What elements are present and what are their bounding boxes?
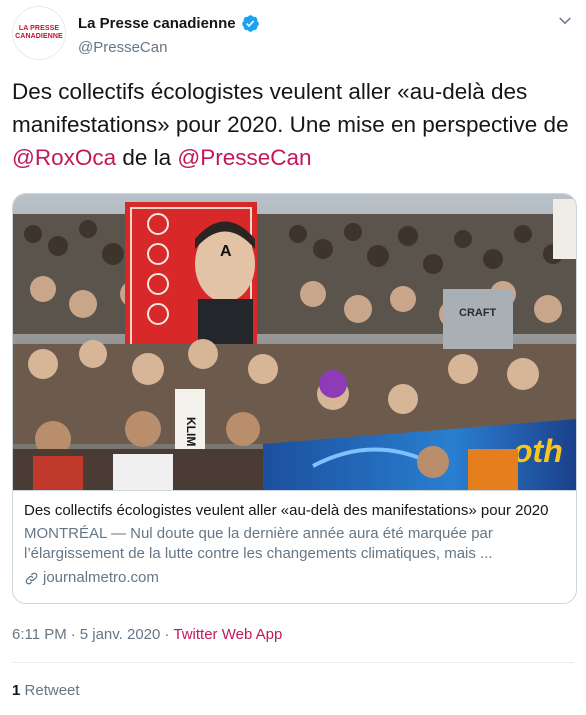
retweet-label: Retweet xyxy=(24,682,80,699)
link-card[interactable]: A KLIM CRAFT oth Des collectifs écologis… xyxy=(12,193,577,604)
mention-pressecan[interactable]: @PresseCan xyxy=(177,145,311,170)
chevron-down-icon[interactable] xyxy=(556,12,574,30)
avatar-text-line2: CANADIENNE xyxy=(15,33,63,40)
verified-badge-icon xyxy=(241,15,259,32)
retweet-count: 1 xyxy=(12,682,21,699)
retweet-stats[interactable]: 1 Retweet xyxy=(12,682,80,699)
tweet-meta: 6:11 PM · 5 janv. 2020 · Twitter Web App xyxy=(12,626,282,643)
card-domain-text: journalmetro.com xyxy=(43,569,159,586)
tweet-text-part1: Des collectifs écologistes veulent aller… xyxy=(12,79,569,137)
tweet-header: LA PRESSE CANADIENNE La Presse canadienn… xyxy=(12,6,574,64)
svg-text:CRAFT: CRAFT xyxy=(459,307,497,319)
card-title[interactable]: Des collectifs écologistes veulent aller… xyxy=(24,501,569,521)
mention-roxoca[interactable]: @RoxOca xyxy=(12,145,116,170)
tweet-source[interactable]: Twitter Web App xyxy=(173,626,282,643)
meta-separator-2: · xyxy=(164,626,170,643)
card-description: MONTRÉAL — Nul doute que la dernière ann… xyxy=(24,525,493,562)
avatar-text-line1: LA PRESSE xyxy=(18,25,60,32)
author-display-name[interactable]: La Presse canadienne xyxy=(78,15,236,32)
tweet-text-part2: de la xyxy=(116,145,178,170)
tweet-text: Des collectifs écologistes veulent aller… xyxy=(12,75,578,174)
svg-text:oth: oth xyxy=(513,433,563,469)
card-domain[interactable]: journalmetro.com xyxy=(24,568,159,588)
svg-text:KLIM: KLIM xyxy=(184,417,198,446)
card-meta[interactable]: Des collectifs écologistes veulent aller… xyxy=(13,490,576,603)
name-row: La Presse canadienne xyxy=(78,14,260,33)
tweet-date[interactable]: 5 janv. 2020 xyxy=(80,626,161,643)
card-image[interactable]: A KLIM CRAFT oth xyxy=(13,194,577,490)
link-icon xyxy=(25,572,38,584)
svg-text:A: A xyxy=(220,243,232,260)
author-names: La Presse canadienne @PresseCan xyxy=(78,14,260,56)
avatar[interactable]: LA PRESSE CANADIENNE xyxy=(12,6,66,60)
tweet: LA PRESSE CANADIENNE La Presse canadienn… xyxy=(0,0,586,715)
tweet-time[interactable]: 6:11 PM xyxy=(12,626,67,643)
meta-separator: · xyxy=(70,626,76,643)
author-handle[interactable]: @PresseCan xyxy=(78,39,260,56)
divider xyxy=(12,662,574,663)
